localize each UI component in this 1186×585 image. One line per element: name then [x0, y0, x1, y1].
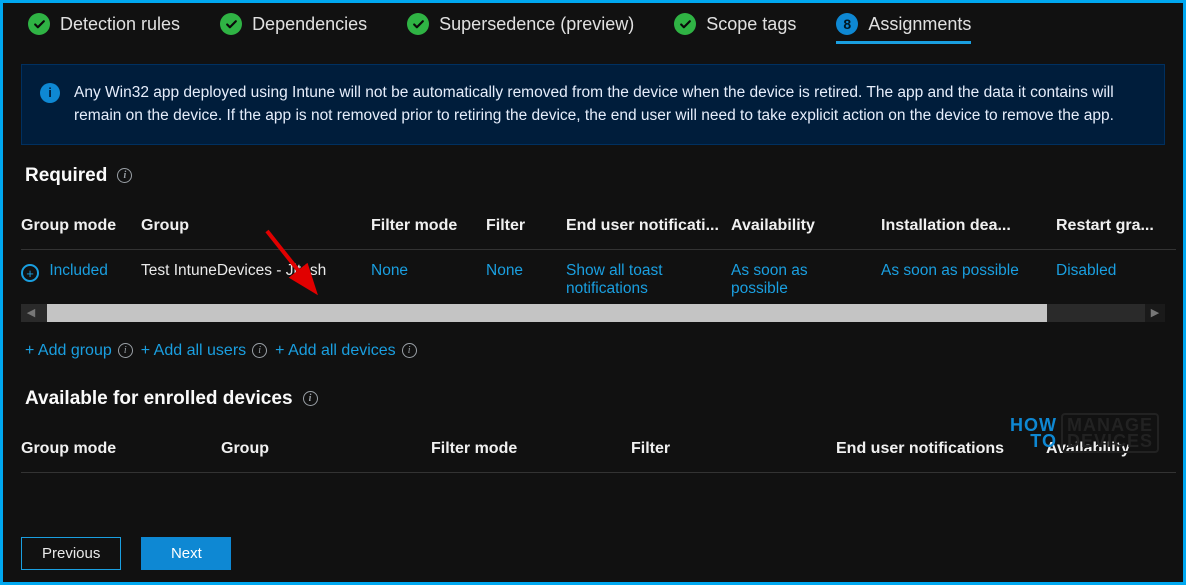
wizard-footer: Previous Next [21, 537, 231, 570]
tab-label: Scope tags [706, 14, 796, 35]
scrollbar-thumb[interactable] [47, 304, 1047, 322]
section-title-text: Available for enrolled devices [25, 388, 293, 410]
table-header-row: Group mode Group Filter mode Filter End … [21, 428, 1176, 473]
watermark-logo: HOW TO MANAGE DEVICES [1010, 413, 1159, 453]
info-ring-icon[interactable]: i [402, 343, 417, 358]
tab-label: Dependencies [252, 14, 367, 35]
info-ring-icon[interactable]: i [303, 391, 318, 406]
info-icon: i [40, 83, 60, 103]
deadline-value[interactable]: As soon as possible [881, 249, 1056, 304]
restart-value[interactable]: Disabled [1056, 249, 1176, 304]
col-restart-grace: Restart gra... [1056, 205, 1176, 250]
notif-value[interactable]: Show all toastnotifications [566, 249, 731, 304]
filter-mode-value[interactable]: None [371, 249, 486, 304]
info-ring-icon[interactable]: i [252, 343, 267, 358]
col-filter-mode: Filter mode [431, 428, 631, 473]
availability-value[interactable]: As soon aspossible [731, 249, 881, 304]
tab-dependencies[interactable]: Dependencies [220, 13, 367, 44]
tab-label: Assignments [868, 14, 971, 35]
info-banner-text: Any Win32 app deployed using Intune will… [74, 81, 1146, 128]
add-group-actions: + Add groupi + Add all usersi + Add all … [25, 342, 1161, 360]
col-group-mode: Group mode [21, 205, 141, 250]
tab-detection-rules[interactable]: Detection rules [28, 13, 180, 44]
col-install-deadline: Installation dea... [881, 205, 1056, 250]
section-title-required: Required i [25, 165, 1161, 187]
check-icon [28, 13, 50, 35]
group-mode-value[interactable]: Included [49, 262, 108, 279]
col-filter-mode: Filter mode [371, 205, 486, 250]
add-group-link[interactable]: + Add groupi [25, 342, 133, 360]
col-group-mode: Group mode [21, 428, 221, 473]
col-filter: Filter [631, 428, 836, 473]
required-table: Group mode Group Filter mode Filter End … [21, 205, 1176, 304]
col-group: Group [141, 205, 371, 250]
check-icon [220, 13, 242, 35]
step-number-badge: 8 [836, 13, 858, 35]
col-group: Group [221, 428, 431, 473]
info-ring-icon[interactable]: i [117, 168, 132, 183]
scroll-right-arrow[interactable]: ▶ [1145, 304, 1165, 322]
filter-value[interactable]: None [486, 249, 566, 304]
check-icon [674, 13, 696, 35]
scroll-left-arrow[interactable]: ◀ [21, 304, 41, 322]
info-ring-icon[interactable]: i [118, 343, 133, 358]
section-title-available: Available for enrolled devices i [25, 388, 1161, 410]
check-icon [407, 13, 429, 35]
group-value: Test IntuneDevices - Jitesh [141, 249, 371, 304]
col-end-user-notif: End user notificati... [566, 205, 731, 250]
add-all-devices-link[interactable]: + Add all devicesi [275, 342, 417, 360]
previous-button[interactable]: Previous [21, 537, 121, 570]
info-banner: i Any Win32 app deployed using Intune wi… [21, 64, 1165, 145]
tab-scope-tags[interactable]: Scope tags [674, 13, 796, 44]
section-title-text: Required [25, 165, 107, 187]
col-availability: Availability [731, 205, 881, 250]
next-button[interactable]: Next [141, 537, 231, 570]
col-filter: Filter [486, 205, 566, 250]
table-header-row: Group mode Group Filter mode Filter End … [21, 205, 1176, 250]
plus-circle-icon[interactable]: + [21, 264, 39, 282]
table-row[interactable]: + Included Test IntuneDevices - Jitesh N… [21, 249, 1176, 304]
tab-assignments[interactable]: 8 Assignments [836, 13, 971, 44]
add-all-users-link[interactable]: + Add all usersi [141, 342, 267, 360]
wizard-tabbar: Detection rules Dependencies Supersedenc… [3, 3, 1183, 54]
tab-label: Supersedence (preview) [439, 14, 634, 35]
tab-supersedence[interactable]: Supersedence (preview) [407, 13, 634, 44]
horizontal-scrollbar[interactable]: ◀ ▶ [21, 304, 1165, 322]
available-table: Group mode Group Filter mode Filter End … [21, 428, 1176, 473]
tab-label: Detection rules [60, 14, 180, 35]
